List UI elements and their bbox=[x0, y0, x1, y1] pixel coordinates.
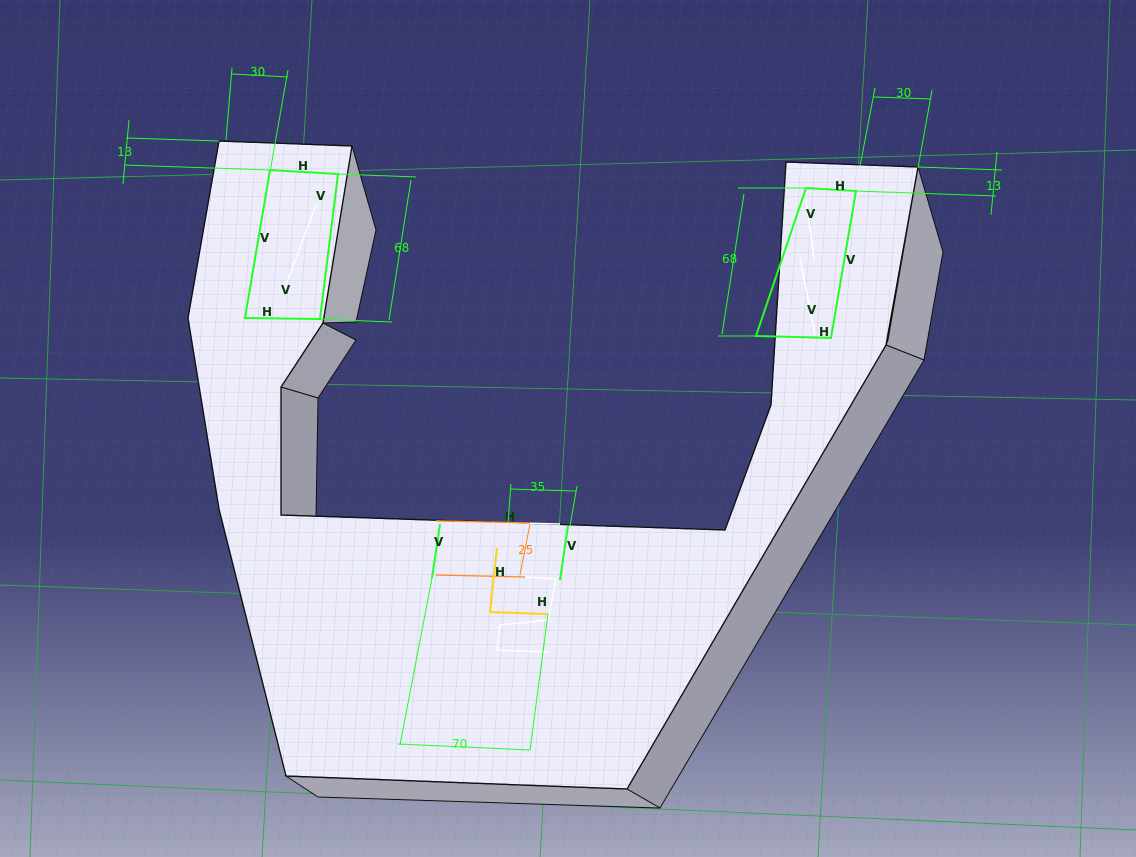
constraint-h-right-bottom: H bbox=[819, 325, 829, 339]
part-side-inner-wall bbox=[280, 386, 319, 518]
constraint-v-left-1: V bbox=[316, 189, 326, 203]
dimension-left-width-value: 30 bbox=[250, 65, 265, 79]
constraint-v-bottom-right: V bbox=[567, 539, 577, 553]
constraint-v-right-1: V bbox=[806, 207, 816, 221]
dimension-left-offset-value: 13 bbox=[117, 145, 132, 159]
constraint-h-bottom-axis: H bbox=[537, 595, 547, 609]
constraint-v-bottom-left: V bbox=[434, 535, 444, 549]
3d-viewport[interactable]: H V V V H 30 13 68 H V V V H 30 13 68 H … bbox=[0, 0, 1136, 857]
dimension-right-offset-value: 13 bbox=[986, 179, 1001, 193]
constraint-v-left-3: V bbox=[281, 283, 291, 297]
dimension-bottom-width-value: 35 bbox=[530, 480, 545, 494]
constraint-h-left-top: H bbox=[298, 159, 308, 173]
constraint-h-right-top: H bbox=[835, 179, 845, 193]
constraint-v-right-2: V bbox=[846, 253, 856, 267]
constraint-v-right-3: V bbox=[807, 303, 817, 317]
dimension-bottom-length-value: 70 bbox=[452, 737, 467, 751]
dimension-right-height-value: 68 bbox=[722, 252, 737, 266]
dimension-left-height-value: 68 bbox=[394, 241, 409, 255]
constraint-h-left-bottom: H bbox=[262, 305, 272, 319]
constraint-h-bottom-top: H bbox=[505, 510, 515, 524]
constraint-v-left-2: V bbox=[260, 231, 270, 245]
cad-scene[interactable]: H V V V H 30 13 68 H V V V H 30 13 68 H … bbox=[0, 0, 1136, 857]
dimension-bottom-depth-value: 25 bbox=[518, 543, 533, 557]
constraint-h-bottom-mid: H bbox=[495, 565, 505, 579]
dimension-right-width-value: 30 bbox=[896, 86, 911, 100]
